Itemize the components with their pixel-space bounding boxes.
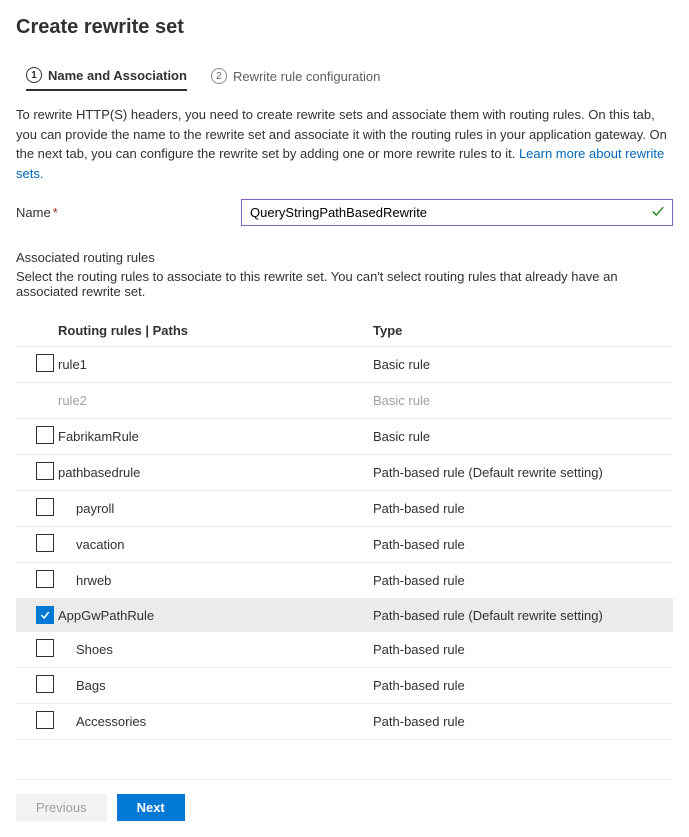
- table-row[interactable]: rule2Basic rule: [16, 382, 673, 418]
- row-name: Accessories: [58, 714, 373, 729]
- row-type: Path-based rule: [373, 678, 673, 693]
- row-name: pathbasedrule: [58, 465, 373, 480]
- check-icon: [651, 204, 665, 221]
- row-type: Basic rule: [373, 393, 673, 408]
- row-name: FabrikamRule: [58, 429, 373, 444]
- row-type: Basic rule: [373, 429, 673, 444]
- row-checkbox[interactable]: [36, 354, 54, 372]
- row-name: rule1: [58, 357, 373, 372]
- row-checkbox: [36, 390, 54, 408]
- row-checkbox[interactable]: [36, 711, 54, 729]
- row-name: Bags: [58, 678, 373, 693]
- page-title: Create rewrite set: [16, 16, 673, 39]
- row-name: rule2: [58, 393, 373, 408]
- table-row[interactable]: BagsPath-based rule: [16, 667, 673, 703]
- tab-label: Name and Association: [48, 68, 187, 83]
- row-checkbox[interactable]: [36, 639, 54, 657]
- table-row[interactable]: hrwebPath-based rule: [16, 562, 673, 598]
- name-label: Name*: [16, 205, 241, 220]
- row-checkbox[interactable]: [36, 462, 54, 480]
- row-type: Path-based rule: [373, 714, 673, 729]
- tab-name-association[interactable]: 1 Name and Association: [26, 67, 187, 91]
- row-type: Path-based rule (Default rewrite setting…: [373, 465, 673, 480]
- table-row[interactable]: payrollPath-based rule: [16, 490, 673, 526]
- table-row[interactable]: AccessoriesPath-based rule: [16, 703, 673, 739]
- previous-button[interactable]: Previous: [16, 794, 107, 821]
- row-name: vacation: [58, 537, 373, 552]
- col-header-type: Type: [373, 323, 673, 338]
- row-type: Basic rule: [373, 357, 673, 372]
- row-type: Path-based rule (Default rewrite setting…: [373, 608, 673, 623]
- col-header-name: Routing rules | Paths: [58, 323, 373, 338]
- row-checkbox[interactable]: [36, 498, 54, 516]
- table-row[interactable]: ShoesPath-based rule: [16, 631, 673, 667]
- table-row[interactable]: rule1Basic rule: [16, 346, 673, 382]
- table-row[interactable]: AppGwPathRulePath-based rule (Default re…: [16, 598, 673, 631]
- row-checkbox[interactable]: [36, 606, 54, 624]
- row-name: AppGwPathRule: [58, 608, 373, 623]
- wizard-tabs: 1 Name and Association 2 Rewrite rule co…: [16, 67, 673, 91]
- routing-rules-table: Routing rules | Paths Type rule1Basic ru…: [16, 315, 673, 779]
- table-row[interactable]: pathbasedrulePath-based rule (Default re…: [16, 454, 673, 490]
- row-type: Path-based rule: [373, 537, 673, 552]
- tab-rewrite-rule-config[interactable]: 2 Rewrite rule configuration: [211, 67, 380, 91]
- row-checkbox[interactable]: [36, 675, 54, 693]
- row-type: Path-based rule: [373, 642, 673, 657]
- assoc-rules-heading: Associated routing rules: [16, 250, 673, 265]
- row-type: Path-based rule: [373, 573, 673, 588]
- table-row[interactable]: vacationPath-based rule: [16, 526, 673, 562]
- row-checkbox[interactable]: [36, 534, 54, 552]
- table-header: Routing rules | Paths Type: [16, 315, 673, 346]
- row-type: Path-based rule: [373, 501, 673, 516]
- row-name: hrweb: [58, 573, 373, 588]
- wizard-footer: Previous Next: [16, 779, 673, 821]
- name-input[interactable]: [241, 199, 673, 226]
- row-checkbox[interactable]: [36, 426, 54, 444]
- step-number-icon: 2: [211, 68, 227, 84]
- step-number-icon: 1: [26, 67, 42, 83]
- required-asterisk: *: [53, 205, 58, 220]
- assoc-rules-subtext: Select the routing rules to associate to…: [16, 269, 673, 299]
- name-label-text: Name: [16, 205, 51, 220]
- next-button[interactable]: Next: [117, 794, 185, 821]
- row-name: Shoes: [58, 642, 373, 657]
- tab-label: Rewrite rule configuration: [233, 69, 380, 84]
- description-text: To rewrite HTTP(S) headers, you need to …: [16, 105, 673, 183]
- row-checkbox[interactable]: [36, 570, 54, 588]
- table-row[interactable]: FabrikamRuleBasic rule: [16, 418, 673, 454]
- row-name: payroll: [58, 501, 373, 516]
